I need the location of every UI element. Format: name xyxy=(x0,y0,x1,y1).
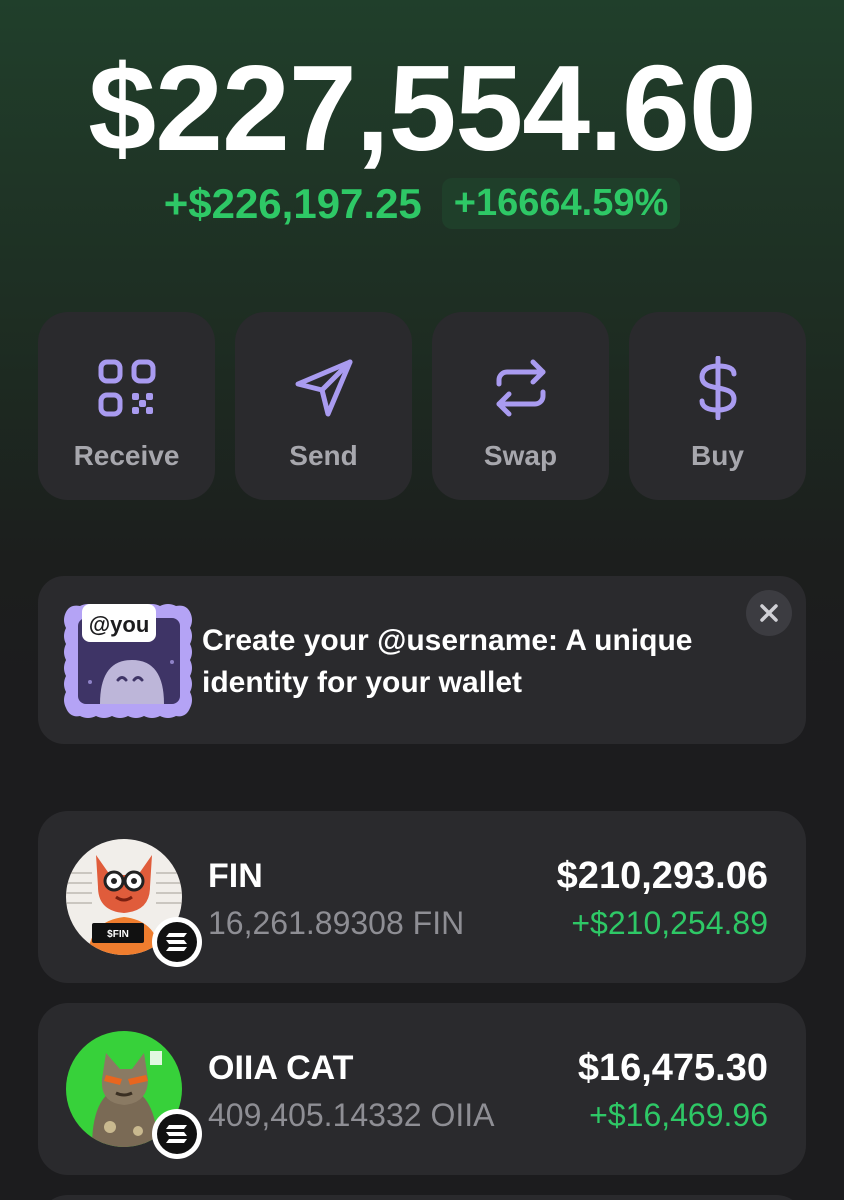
wallet-home: $227,554.60 +$226,197.25 +16664.59% Rece… xyxy=(0,0,844,1200)
swap-button[interactable]: Swap xyxy=(432,312,609,500)
close-icon[interactable] xyxy=(746,590,792,636)
send-button[interactable]: Send xyxy=(235,312,412,500)
token-row-fin[interactable]: $FIN FIN 16,261.89308 FIN $210,293.06 +$… xyxy=(38,811,806,983)
token-value: $210,293.06 xyxy=(556,855,768,897)
dollar-icon xyxy=(686,356,750,420)
token-row-partial[interactable] xyxy=(38,1195,806,1200)
qr-code-icon xyxy=(95,356,159,420)
token-name: FIN xyxy=(208,857,263,895)
token-avatar-oiia-cat xyxy=(66,1031,202,1161)
fin-avatar-sign: $FIN xyxy=(107,929,129,940)
receive-label: Receive xyxy=(73,440,180,471)
username-promo-text: Create your @username: A unique identity… xyxy=(202,624,693,699)
portfolio-balance: $227,554.60 xyxy=(88,40,756,176)
token-avatar-fin: $FIN xyxy=(66,839,202,969)
username-tag: @you xyxy=(89,612,150,637)
token-row-oiia-cat[interactable]: OIIA CAT 409,405.14332 OIIA $16,475.30 +… xyxy=(38,1003,806,1175)
solana-icon xyxy=(152,917,202,967)
token-amount: 409,405.14332 OIIA xyxy=(208,1097,495,1133)
send-icon xyxy=(292,356,356,420)
portfolio-change-percent: +16664.59% xyxy=(441,178,681,229)
token-value: $16,475.30 xyxy=(577,1047,768,1089)
action-buttons: Receive Send Swap Buy xyxy=(38,312,806,500)
token-amount: 16,261.89308 FIN xyxy=(208,905,465,941)
send-label: Send xyxy=(289,440,358,471)
solana-icon xyxy=(152,1109,202,1159)
swap-label: Swap xyxy=(483,440,558,471)
username-promo-illustration: @you xyxy=(60,602,210,720)
token-name: OIIA CAT xyxy=(208,1049,354,1087)
username-promo-banner[interactable]: @you Create your @username: A unique ide… xyxy=(38,576,806,744)
swap-icon xyxy=(489,356,553,420)
receive-button[interactable]: Receive xyxy=(38,312,215,500)
portfolio-change-row: +$226,197.25 +16664.59% xyxy=(0,178,844,229)
buy-button[interactable]: Buy xyxy=(629,312,806,500)
token-change: +$210,254.89 xyxy=(571,905,768,941)
buy-label: Buy xyxy=(691,440,744,471)
token-change: +$16,469.96 xyxy=(589,1097,768,1133)
portfolio-change-amount: +$226,197.25 xyxy=(163,179,422,227)
